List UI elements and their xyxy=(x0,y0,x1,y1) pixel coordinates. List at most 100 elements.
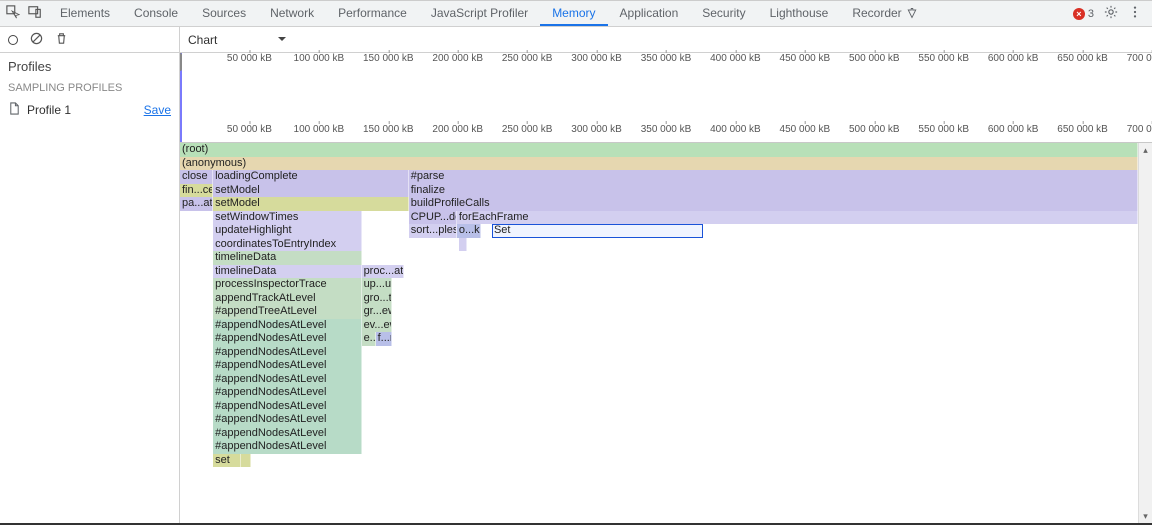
flame-row: fin...cesetModelfinalize xyxy=(180,184,1138,198)
flame-frame[interactable]: processInspectorTrace xyxy=(213,278,361,292)
overview-range-handle-left[interactable] xyxy=(180,53,182,142)
flame-row: #appendNodesAtLevel xyxy=(180,400,1138,414)
devtools-window: ElementsConsoleSourcesNetworkPerformance… xyxy=(0,0,1152,525)
save-profile-link[interactable]: Save xyxy=(144,103,171,117)
flame-frame[interactable]: set xyxy=(213,454,241,468)
flame-frame[interactable]: CPUP...del xyxy=(409,211,457,225)
tab-elements[interactable]: Elements xyxy=(48,1,122,26)
trash-icon[interactable] xyxy=(55,32,68,48)
view-mode-select[interactable]: Chart xyxy=(188,33,287,47)
flame-row: #appendNodesAtLevel xyxy=(180,427,1138,441)
flame-frame[interactable]: up...up xyxy=(362,278,392,292)
flame-frame[interactable]: pa...at xyxy=(180,197,213,211)
flame-row: appendTrackAtLevelgro...ts xyxy=(180,292,1138,306)
ruler-tick: 150 000 kB xyxy=(363,53,414,64)
flame-frame[interactable]: #appendNodesAtLevel xyxy=(213,332,361,346)
flame-frame[interactable]: e... xyxy=(362,332,376,346)
flame-frame[interactable]: close xyxy=(180,170,213,184)
ruler-bottom: 50 000 kB100 000 kB150 000 kB200 000 kB2… xyxy=(180,124,1152,142)
scroll-down-icon[interactable]: ▾ xyxy=(1139,509,1152,523)
profile-list-item[interactable]: Profile 1 Save xyxy=(0,98,179,122)
flame-frame[interactable]: updateHighlight xyxy=(213,224,361,238)
flame-frame[interactable]: gro...ts xyxy=(362,292,392,306)
tab-network[interactable]: Network xyxy=(258,1,326,26)
error-count[interactable]: × 3 xyxy=(1073,8,1094,20)
flame-row: pa...atsetModelbuildProfileCalls xyxy=(180,197,1138,211)
flame-frame[interactable]: buildProfileCalls xyxy=(409,197,1138,211)
tab-javascript-profiler[interactable]: JavaScript Profiler xyxy=(419,1,540,26)
flame-frame[interactable]: #appendNodesAtLevel xyxy=(213,373,361,387)
flame-row: #appendNodesAtLevel xyxy=(180,359,1138,373)
tab-performance[interactable]: Performance xyxy=(326,1,419,26)
flame-frame[interactable]: Set xyxy=(492,224,703,238)
flame-frame[interactable]: ev...ew xyxy=(362,319,392,333)
tab-console[interactable]: Console xyxy=(122,1,190,26)
flame-frame[interactable]: #appendNodesAtLevel xyxy=(213,400,361,414)
flame-frame[interactable]: #parse xyxy=(409,170,1138,184)
device-toggle-icon[interactable] xyxy=(28,5,42,22)
record-icon[interactable] xyxy=(8,35,18,45)
flame-frame[interactable]: appendTrackAtLevel xyxy=(213,292,361,306)
flame-frame[interactable] xyxy=(459,238,467,252)
flame-frame[interactable]: loadingComplete xyxy=(213,170,409,184)
flame-scrollbar[interactable]: ▴ ▾ xyxy=(1138,143,1152,523)
tab-sources[interactable]: Sources xyxy=(190,1,258,26)
ruler-tick: 500 000 kB xyxy=(849,124,900,135)
tab-security[interactable]: Security xyxy=(690,1,757,26)
flame-frame[interactable]: #appendNodesAtLevel xyxy=(213,386,361,400)
flame-frame[interactable]: fin...ce xyxy=(180,184,213,198)
flame-row: (root) xyxy=(180,143,1138,157)
flame-frame[interactable]: (root) xyxy=(180,143,1138,157)
flame-frame[interactable]: forEachFrame xyxy=(457,211,1138,225)
overview-chart[interactable]: 50 000 kB100 000 kB150 000 kB200 000 kB2… xyxy=(180,53,1152,143)
flame-frame[interactable]: timelineData xyxy=(213,265,361,279)
flame-frame[interactable]: #appendNodesAtLevel xyxy=(213,359,361,373)
flame-frame[interactable]: coordinatesToEntryIndex xyxy=(213,238,361,252)
flame-row: timelineData xyxy=(180,251,1138,265)
overview-range-grip-icon[interactable] xyxy=(180,53,182,71)
flame-frame[interactable]: #appendNodesAtLevel xyxy=(213,427,361,441)
flame-frame[interactable]: #appendNodesAtLevel xyxy=(213,346,361,360)
ruler-tick: 650 000 kB xyxy=(1057,53,1108,64)
ruler-tick: 250 000 kB xyxy=(502,53,553,64)
flame-frame[interactable]: #appendNodesAtLevel xyxy=(213,440,361,454)
ruler-tick: 200 000 kB xyxy=(432,53,483,64)
devtools-tabs: ElementsConsoleSourcesNetworkPerformance… xyxy=(48,1,1063,26)
flame-frame[interactable]: finalize xyxy=(409,184,1138,198)
tabstrip-left-icons xyxy=(0,1,48,26)
ruler-tick: 650 000 kB xyxy=(1057,124,1108,135)
flame-frame[interactable]: gr...ew xyxy=(362,305,392,319)
flame-row: #appendNodesAtLevel xyxy=(180,386,1138,400)
ruler-tick: 600 000 kB xyxy=(988,124,1039,135)
sidebar-heading: Profiles xyxy=(0,53,179,78)
tab-recorder[interactable]: Recorder xyxy=(840,1,929,26)
flame-frame[interactable]: #appendNodesAtLevel xyxy=(213,413,361,427)
ruler-tick: 400 000 kB xyxy=(710,53,761,64)
flame-frame[interactable]: proc...ata xyxy=(362,265,404,279)
settings-icon[interactable] xyxy=(1104,5,1118,22)
ruler-tick: 300 000 kB xyxy=(571,53,622,64)
flame-frame[interactable]: timelineData xyxy=(213,251,361,265)
scroll-up-icon[interactable]: ▴ xyxy=(1139,143,1152,157)
flame-frame[interactable]: f...r xyxy=(376,332,392,346)
ruler-tick: 350 000 kB xyxy=(641,124,692,135)
flame-frame[interactable]: setModel xyxy=(213,184,409,198)
flame-frame[interactable]: #appendTreeAtLevel xyxy=(213,305,361,319)
flame-frame[interactable]: (anonymous) xyxy=(180,157,1138,171)
flame-frame[interactable]: o...k xyxy=(457,224,481,238)
ruler-tick: 350 000 kB xyxy=(641,53,692,64)
flame-chart[interactable]: (root)(anonymous)closeloadingComplete#pa… xyxy=(180,143,1152,523)
block-icon[interactable] xyxy=(30,32,43,48)
tab-application[interactable]: Application xyxy=(608,1,691,26)
flame-frame[interactable]: sort...ples xyxy=(409,224,457,238)
flame-row: set xyxy=(180,454,1138,468)
inspect-icon[interactable] xyxy=(6,5,20,22)
flame-frame[interactable] xyxy=(241,454,251,468)
flame-frame[interactable]: setWindowTimes xyxy=(213,211,361,225)
flame-chart-canvas[interactable]: (root)(anonymous)closeloadingComplete#pa… xyxy=(180,143,1138,523)
tab-lighthouse[interactable]: Lighthouse xyxy=(758,1,841,26)
tab-memory[interactable]: Memory xyxy=(540,1,607,26)
flame-frame[interactable]: #appendNodesAtLevel xyxy=(213,319,361,333)
kebab-menu-icon[interactable] xyxy=(1128,5,1142,22)
flame-frame[interactable]: setModel xyxy=(213,197,409,211)
